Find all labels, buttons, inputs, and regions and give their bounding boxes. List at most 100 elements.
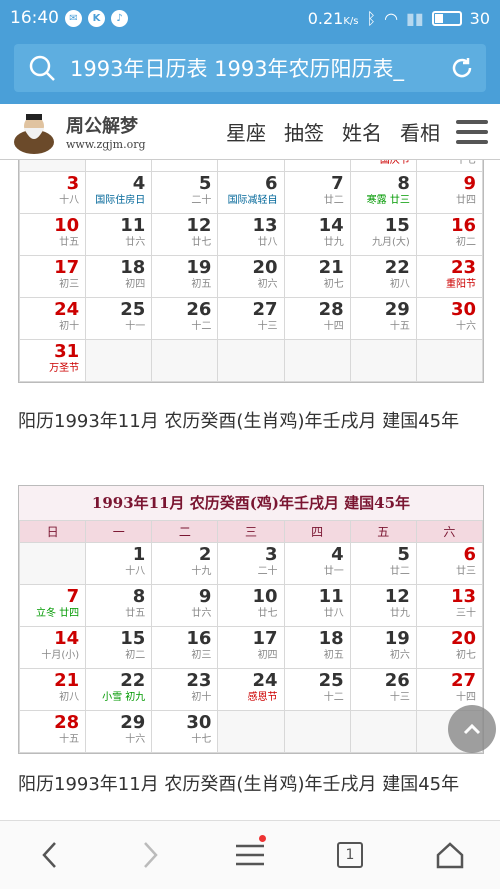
- calendar-day[interactable]: 23 重阳节: [415, 255, 484, 298]
- calendar-day[interactable]: 15 初二: [85, 626, 153, 669]
- lunar-date: 十四: [456, 692, 476, 703]
- calendar-day[interactable]: 13 廿八: [217, 213, 285, 256]
- calendar-day[interactable]: 23 初十: [151, 668, 219, 711]
- calendar-day[interactable]: 20 初六: [217, 255, 285, 298]
- calendar-day[interactable]: 28 十四: [283, 297, 351, 340]
- hamburger-menu-icon[interactable]: [456, 119, 488, 144]
- calendar-day[interactable]: [349, 339, 417, 382]
- calendar-day[interactable]: 十七: [415, 160, 484, 172]
- calendar-day[interactable]: 14 十月(小): [18, 626, 87, 669]
- nav-link[interactable]: 抽签: [284, 117, 324, 146]
- calendar-day[interactable]: 4 廿一: [283, 542, 351, 585]
- calendar-day[interactable]: 8 寒露 廿三: [349, 171, 417, 214]
- calendar-day[interactable]: 10 廿五: [18, 213, 87, 256]
- calendar-week: 3 十八 4 国际住房日 5 二十 6 国际减轻自 7 廿二 8 寒露 廿三 9 廿四: [18, 171, 484, 214]
- site-logo[interactable]: 周公解梦 www.zgjm.org: [10, 108, 210, 156]
- calendar-day[interactable]: 国庆节: [349, 160, 417, 172]
- menu-button[interactable]: [220, 825, 280, 885]
- home-button[interactable]: [420, 825, 480, 885]
- calendar-day[interactable]: 25 十一: [85, 297, 153, 340]
- day-number: 30: [186, 712, 212, 733]
- calendar-day[interactable]: [151, 339, 219, 382]
- calendar-day[interactable]: 16 初三: [151, 626, 219, 669]
- calendar-day[interactable]: 11 廿八: [283, 584, 351, 627]
- calendar-day[interactable]: 31 万圣节: [18, 339, 87, 382]
- calendar-day[interactable]: 22 初八: [349, 255, 417, 298]
- url-text[interactable]: 1993年日历表 1993年农历阳历表_: [70, 53, 438, 83]
- nav-link[interactable]: 姓名: [342, 117, 382, 146]
- calendar-day[interactable]: 18 初四: [85, 255, 153, 298]
- calendar-day[interactable]: 12 廿九: [349, 584, 417, 627]
- calendar-day[interactable]: 25 十二: [283, 668, 351, 711]
- reload-icon[interactable]: [438, 44, 486, 92]
- calendar-day[interactable]: 18 初五: [283, 626, 351, 669]
- calendar-day[interactable]: 5 廿二: [349, 542, 417, 585]
- calendar-day[interactable]: 30 十六: [415, 297, 484, 340]
- calendar-day[interactable]: [283, 710, 351, 753]
- calendar-day[interactable]: [217, 160, 285, 172]
- calendar-day[interactable]: 28 十五: [18, 710, 87, 753]
- calendar-day[interactable]: [415, 339, 484, 382]
- calendar-day[interactable]: 27 十三: [217, 297, 285, 340]
- calendar-day[interactable]: [217, 710, 285, 753]
- search-icon[interactable]: [14, 44, 70, 92]
- calendar-day[interactable]: [18, 160, 87, 172]
- calendar-day[interactable]: 6 廿三: [415, 542, 484, 585]
- calendar-day[interactable]: 2 十九: [151, 542, 219, 585]
- calendar-day[interactable]: 11 廿六: [85, 213, 153, 256]
- tabs-button[interactable]: 1: [320, 825, 380, 885]
- calendar-day[interactable]: 20 初七: [415, 626, 484, 669]
- calendar-day[interactable]: [151, 160, 219, 172]
- nav-link[interactable]: 看相: [400, 117, 440, 146]
- calendar-day[interactable]: 24 初十: [18, 297, 87, 340]
- calendar-day[interactable]: 29 十六: [85, 710, 153, 753]
- calendar-day[interactable]: 30 十七: [151, 710, 219, 753]
- forward-button[interactable]: [120, 825, 180, 885]
- calendar-day[interactable]: [349, 710, 417, 753]
- calendar-day[interactable]: 3 十八: [18, 171, 87, 214]
- calendar-day[interactable]: 29 十五: [349, 297, 417, 340]
- calendar-day[interactable]: 24 感恩节: [217, 668, 285, 711]
- calendar-day[interactable]: [85, 339, 153, 382]
- calendar-day[interactable]: 5 二十: [151, 171, 219, 214]
- calendar-day[interactable]: 9 廿四: [415, 171, 484, 214]
- calendar-day[interactable]: 19 初五: [151, 255, 219, 298]
- calendar-day[interactable]: 19 初六: [349, 626, 417, 669]
- calendar-day[interactable]: 7 立冬 廿四: [18, 584, 87, 627]
- calendar-day[interactable]: 1 十八: [85, 542, 153, 585]
- calendar-day[interactable]: 8 廿五: [85, 584, 153, 627]
- calendar-day[interactable]: 14 廿九: [283, 213, 351, 256]
- calendar-day[interactable]: 6 国际减轻自: [217, 171, 285, 214]
- nav-link[interactable]: 星座: [226, 117, 266, 146]
- calendar-day[interactable]: 13 三十: [415, 584, 484, 627]
- calendar-day[interactable]: [283, 339, 351, 382]
- day-number: 11: [120, 215, 146, 236]
- calendar-day[interactable]: [283, 160, 351, 172]
- calendar-day[interactable]: 21 初七: [283, 255, 351, 298]
- lunar-date: 初二: [125, 650, 146, 661]
- lunar-date: 廿八: [257, 237, 278, 248]
- calendar-day[interactable]: 21 初八: [18, 668, 87, 711]
- calendar-day[interactable]: 26 十二: [151, 297, 219, 340]
- calendar-day[interactable]: 26 十三: [349, 668, 417, 711]
- back-button[interactable]: [20, 825, 80, 885]
- calendar-day[interactable]: 17 初三: [18, 255, 87, 298]
- calendar-day[interactable]: 17 初四: [217, 626, 285, 669]
- calendar-day[interactable]: 15 九月(大): [349, 213, 417, 256]
- calendar-day[interactable]: 9 廿六: [151, 584, 219, 627]
- day-number: 14: [54, 628, 80, 649]
- calendar-day[interactable]: 12 廿七: [151, 213, 219, 256]
- calendar-day[interactable]: 10 廿七: [217, 584, 285, 627]
- scroll-to-top-button[interactable]: [448, 705, 496, 753]
- calendar-day[interactable]: 3 二十: [217, 542, 285, 585]
- calendar-day[interactable]: 4 国际住房日: [85, 171, 153, 214]
- calendar-day[interactable]: 16 初二: [415, 213, 484, 256]
- calendar-day[interactable]: [85, 160, 153, 172]
- lunar-date: 初四: [125, 279, 146, 290]
- calendar-day[interactable]: [18, 542, 87, 585]
- calendar-day[interactable]: 22 小雪 初九: [85, 668, 153, 711]
- calendar-day[interactable]: [217, 339, 285, 382]
- lunar-date: 廿九: [389, 608, 410, 619]
- calendar-day[interactable]: 7 廿二: [283, 171, 351, 214]
- address-bar[interactable]: 1993年日历表 1993年农历阳历表_: [14, 44, 486, 92]
